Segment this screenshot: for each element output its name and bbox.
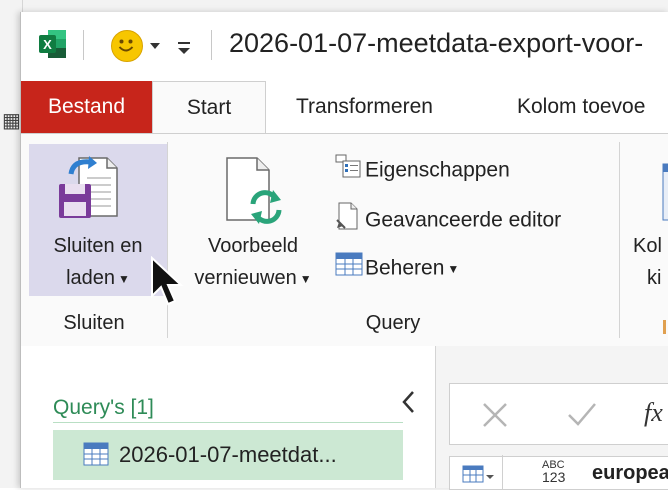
manage-label: Beheren (365, 256, 445, 280)
cancel-formula-icon[interactable] (480, 400, 510, 430)
background-grid-icon: ▦ (2, 110, 21, 132)
group-divider (167, 142, 168, 338)
group-label-fragment (663, 320, 666, 334)
title-separator (211, 30, 212, 60)
title-separator (83, 30, 84, 60)
column-header-name[interactable]: europea (592, 462, 668, 485)
ribbon: Sluiten en laden ▼ Voorbeeld vernieuwen ▼ (21, 133, 668, 347)
column-type-bottom: 123 (542, 469, 566, 485)
group-label-query: Query (365, 312, 421, 334)
refresh-preview-label-2-wrap: vernieuwen ▼ (173, 262, 333, 295)
tab-kolom-toevoegen[interactable]: Kolom toevoe (517, 81, 645, 133)
chevron-down-icon: ▼ (447, 262, 460, 276)
close-and-load-label-1: Sluiten en (53, 235, 143, 257)
queries-pane: Query's [1] 2026-01-07-meetdat... (21, 346, 436, 488)
advanced-editor-button[interactable]: Geavanceerde editor (335, 202, 561, 234)
choose-columns-icon (662, 163, 668, 221)
editor-body: Query's [1] 2026-01-07-meetdat... fx ABC… (21, 346, 668, 490)
choose-columns-label-1: Kol (633, 235, 662, 257)
mouse-cursor-icon (151, 256, 184, 306)
tab-bestand[interactable]: Bestand (21, 81, 152, 133)
close-and-load-label-2: laden (66, 267, 116, 289)
advanced-editor-label: Geavanceerde editor (365, 208, 562, 232)
manage-button[interactable]: Beheren ▼ (335, 251, 459, 283)
data-grid-header: ABC 123 europea (449, 455, 668, 490)
properties-label: Eigenschappen (365, 158, 510, 182)
grid-separator (502, 455, 503, 489)
properties-button[interactable]: Eigenschappen (335, 153, 510, 185)
chevron-down-icon: ▼ (118, 271, 130, 286)
confirm-formula-icon[interactable] (566, 400, 598, 428)
svg-text:X: X (43, 37, 52, 52)
refresh-preview-label-1: Voorbeeld (207, 235, 299, 257)
insert-function-icon[interactable]: fx (644, 398, 663, 428)
feedback-smiley-icon[interactable] (111, 30, 143, 62)
refresh-preview-label-2: vernieuwen (194, 267, 297, 289)
background-window-top (0, 0, 668, 12)
queries-title-underline (53, 422, 403, 423)
window-title: 2026-01-07-meetdata-export-voor- (229, 28, 644, 58)
chevron-down-icon: ▼ (299, 271, 312, 286)
close-and-load-label-2-wrap: laden ▼ (29, 262, 167, 295)
collapse-pane-icon[interactable] (401, 390, 417, 414)
formula-bar: fx (449, 383, 668, 445)
advanced-editor-icon (335, 202, 365, 240)
query-table-icon (83, 442, 109, 466)
tab-start[interactable]: Start (152, 81, 266, 133)
group-divider (619, 142, 620, 338)
refresh-preview-button[interactable]: Voorbeeld vernieuwen ▼ (173, 144, 333, 296)
group-label-close: Sluiten (63, 312, 125, 334)
customize-toolbar-icon[interactable] (177, 38, 191, 56)
column-type-icon[interactable]: ABC 123 (542, 459, 566, 485)
refresh-preview-icon (226, 157, 282, 224)
tab-transformeren[interactable]: Transformeren (296, 81, 433, 133)
query-list-item[interactable]: 2026-01-07-meetdat... (53, 430, 403, 480)
ribbon-tabs: Bestand Start Transformeren Kolom toevoe (21, 81, 668, 133)
feedback-dropdown-icon[interactable] (149, 42, 161, 50)
close-and-load-button[interactable]: Sluiten en laden ▼ (29, 144, 167, 296)
properties-icon (335, 153, 365, 189)
choose-columns-label-2: ki (647, 267, 662, 289)
queries-pane-title: Query's [1] (53, 396, 154, 419)
close-and-load-icon (59, 156, 118, 218)
query-list-item-label: 2026-01-07-meetdat... (119, 442, 337, 467)
excel-logo-icon: X (39, 30, 66, 58)
title-bar: X 2026-01-07-meetdata-export-voor- (21, 12, 668, 79)
choose-columns-button[interactable]: Kol ki (627, 144, 668, 296)
power-query-window: X 2026-01-07-meetdata-export-voor- Besta… (20, 12, 668, 490)
table-menu-icon[interactable] (462, 465, 494, 483)
manage-table-icon (335, 251, 365, 287)
